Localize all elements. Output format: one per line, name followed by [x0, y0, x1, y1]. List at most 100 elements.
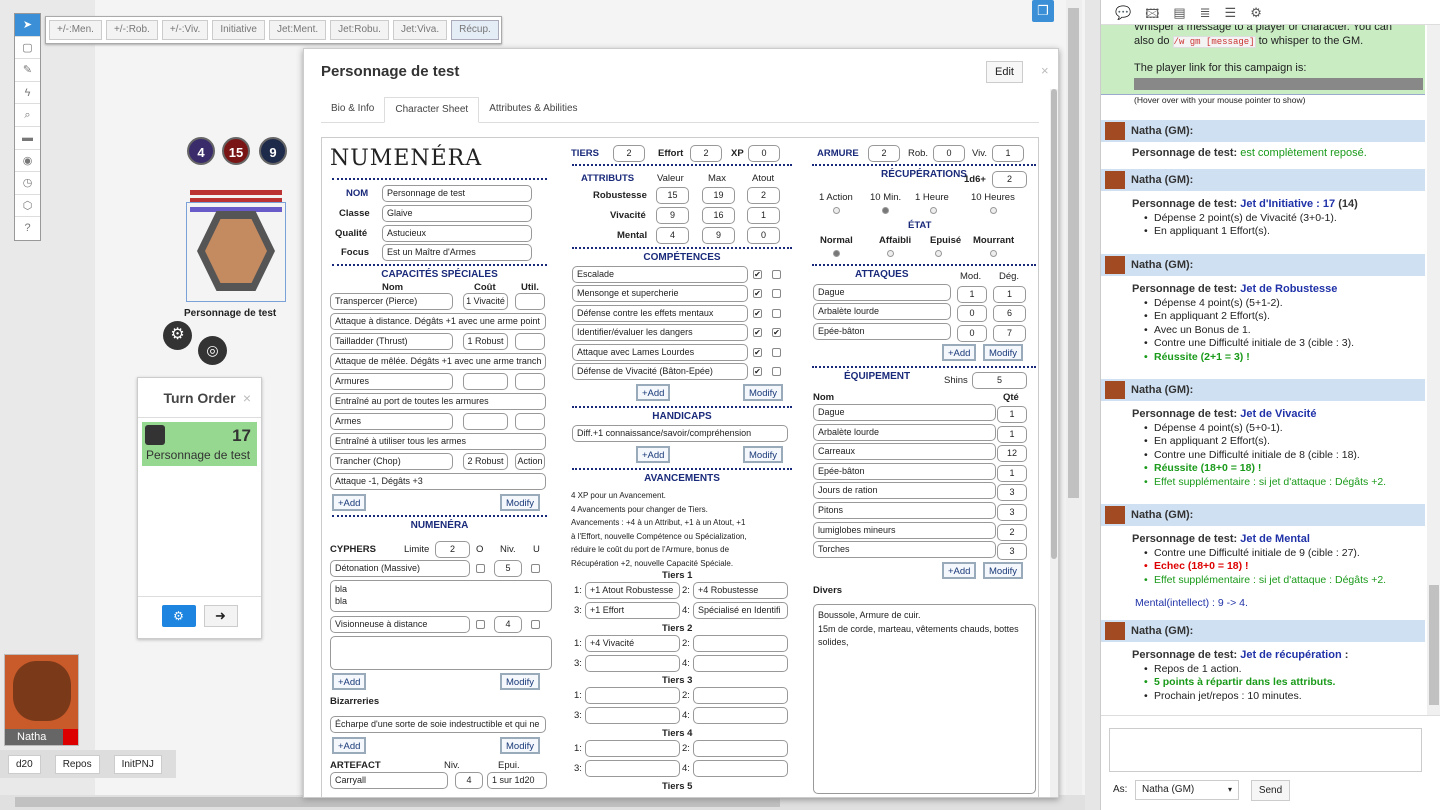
cap-cost[interactable]: 2 Robust: [463, 453, 508, 470]
competence-specialized-checkbox[interactable]: [772, 289, 781, 298]
cap-util[interactable]: [515, 413, 545, 430]
competence-trained-checkbox[interactable]: ✔: [753, 289, 762, 298]
competence-specialized-checkbox[interactable]: ✔: [772, 328, 781, 337]
attaque-deg[interactable]: 1: [993, 286, 1026, 303]
ruler-tool-icon[interactable]: ▬: [15, 127, 40, 150]
competence-field[interactable]: Escalade: [572, 266, 748, 283]
cap-cost[interactable]: 1 Robust: [463, 333, 508, 350]
recup-radio[interactable]: [882, 207, 889, 214]
advance-slot[interactable]: [585, 760, 680, 777]
cypher-name[interactable]: Détonation (Massive): [330, 560, 470, 577]
add-competence-button[interactable]: +Add: [636, 384, 671, 401]
cap-name[interactable]: Armes: [330, 413, 453, 430]
armure-field[interactable]: 2: [868, 145, 900, 162]
chat-input[interactable]: [1109, 728, 1422, 772]
turn-value[interactable]: 17: [232, 426, 251, 446]
competence-specialized-checkbox[interactable]: [772, 270, 781, 279]
advance-slot[interactable]: +4 Vivacité: [585, 635, 680, 652]
classe-field[interactable]: Glaive: [382, 205, 532, 222]
handicap-field[interactable]: Diff.+1 connaissance/savoir/compréhensio…: [572, 425, 788, 442]
compendium-icon[interactable]: ≣: [1200, 5, 1211, 20]
cap-util[interactable]: [515, 293, 545, 310]
competence-trained-checkbox[interactable]: ✔: [753, 309, 762, 318]
quick-roll-button[interactable]: Repos: [54, 755, 100, 774]
art-icon[interactable]: 🖾: [1145, 5, 1159, 21]
dialog-scrollbar[interactable]: [1050, 89, 1058, 797]
equip-name[interactable]: Pitons: [813, 502, 996, 519]
advance-slot[interactable]: +4 Robustesse: [693, 582, 788, 599]
add-cypher-button[interactable]: +Add: [332, 673, 367, 690]
cap-desc[interactable]: Attaque -1, Dégâts +3: [330, 473, 546, 490]
equip-name[interactable]: lumiglobes mineurs: [813, 521, 996, 539]
attr-max[interactable]: 9: [702, 227, 735, 244]
vertical-scrollbar[interactable]: [1066, 0, 1082, 795]
cypher-u-checkbox[interactable]: [531, 620, 540, 629]
attaque-name[interactable]: Arbalète lourde: [813, 303, 951, 320]
nom-field[interactable]: Personnage de test: [382, 185, 532, 202]
help-tool-icon[interactable]: ?: [15, 217, 40, 240]
character-token[interactable]: [186, 202, 286, 302]
attaque-mod[interactable]: 0: [957, 305, 987, 322]
cypher-o-checkbox[interactable]: [476, 620, 485, 629]
cypher-niv[interactable]: 5: [494, 560, 522, 577]
chat-icon[interactable]: 💬: [1115, 5, 1131, 20]
cypher-name[interactable]: Visionneuse à distance: [330, 616, 470, 633]
advance-slot[interactable]: [693, 687, 788, 704]
modify-handicap-button[interactable]: Modify: [743, 446, 783, 463]
attr-valeur[interactable]: 15: [656, 187, 689, 204]
cypher-niv[interactable]: 4: [494, 616, 522, 633]
macro-button[interactable]: Jet:Ment.: [269, 20, 327, 40]
advance-slot[interactable]: Spécialisé en Identifi: [693, 602, 788, 619]
qualite-field[interactable]: Astucieux: [382, 225, 532, 242]
advance-slot[interactable]: [693, 655, 788, 672]
modify-attaque-button[interactable]: Modify: [983, 344, 1023, 361]
speaking-as-select[interactable]: Natha (GM) ▾: [1135, 780, 1239, 800]
draw-tool-icon[interactable]: ✎: [15, 59, 40, 82]
close-icon[interactable]: ×: [243, 378, 251, 418]
advance-slot[interactable]: [693, 740, 788, 757]
journal-icon[interactable]: ▤: [1173, 5, 1185, 20]
advance-slot[interactable]: +1 Effort: [585, 602, 680, 619]
quick-roll-button[interactable]: InitPNJ: [113, 755, 162, 774]
attr-valeur[interactable]: 4: [656, 227, 689, 244]
layers-tool-icon[interactable]: ▢: [15, 37, 40, 60]
attr-max[interactable]: 19: [702, 187, 735, 204]
modify-bizarrerie-button[interactable]: Modify: [500, 737, 540, 754]
token-bar2-badge[interactable]: 15: [222, 137, 250, 165]
competence-trained-checkbox[interactable]: ✔: [753, 328, 762, 337]
equip-qty[interactable]: 3: [997, 504, 1027, 521]
add-capacite-button[interactable]: +Add: [332, 494, 367, 511]
fx-tool-icon[interactable]: ϟ: [15, 82, 40, 105]
tab-bio[interactable]: Bio & Info: [321, 97, 384, 123]
turn-settings-button[interactable]: ⚙: [161, 605, 196, 627]
competence-specialized-checkbox[interactable]: [772, 309, 781, 318]
artefact-epui[interactable]: 1 sur 1d20: [487, 772, 547, 789]
competence-field[interactable]: Attaque avec Lames Lourdes: [572, 344, 748, 361]
limite-field[interactable]: 2: [435, 541, 470, 558]
recup-radio[interactable]: [990, 207, 997, 214]
add-equipement-button[interactable]: +Add: [942, 562, 977, 579]
list-icon[interactable]: ☰: [1225, 5, 1237, 20]
cap-util[interactable]: Action: [515, 453, 545, 470]
page-toggle-icon[interactable]: ❐: [1032, 0, 1054, 22]
advance-slot[interactable]: [585, 687, 680, 704]
edit-button[interactable]: Edit: [986, 61, 1023, 83]
next-turn-button[interactable]: ➜: [203, 605, 238, 627]
advance-slot[interactable]: [693, 635, 788, 652]
attaque-deg[interactable]: 6: [993, 305, 1026, 322]
effort-field[interactable]: 2: [690, 145, 722, 162]
attaque-name[interactable]: Epée-bâton: [813, 323, 951, 340]
target-icon[interactable]: ◎: [198, 336, 227, 365]
cap-desc[interactable]: Entraîné au port de toutes les armures: [330, 393, 546, 410]
armure-viv-field[interactable]: 1: [992, 145, 1024, 162]
attr-valeur[interactable]: 9: [656, 207, 689, 224]
cap-name[interactable]: Armures: [330, 373, 453, 390]
equip-name[interactable]: Torches: [813, 541, 996, 559]
close-icon[interactable]: ×: [1041, 63, 1049, 78]
macro-button[interactable]: +/-:Rob.: [105, 20, 158, 40]
recup-radio[interactable]: [930, 207, 937, 214]
etat-radio[interactable]: [833, 250, 840, 257]
equip-qty[interactable]: 1: [997, 406, 1027, 423]
cap-cost[interactable]: [463, 373, 508, 390]
advance-slot[interactable]: [693, 707, 788, 724]
